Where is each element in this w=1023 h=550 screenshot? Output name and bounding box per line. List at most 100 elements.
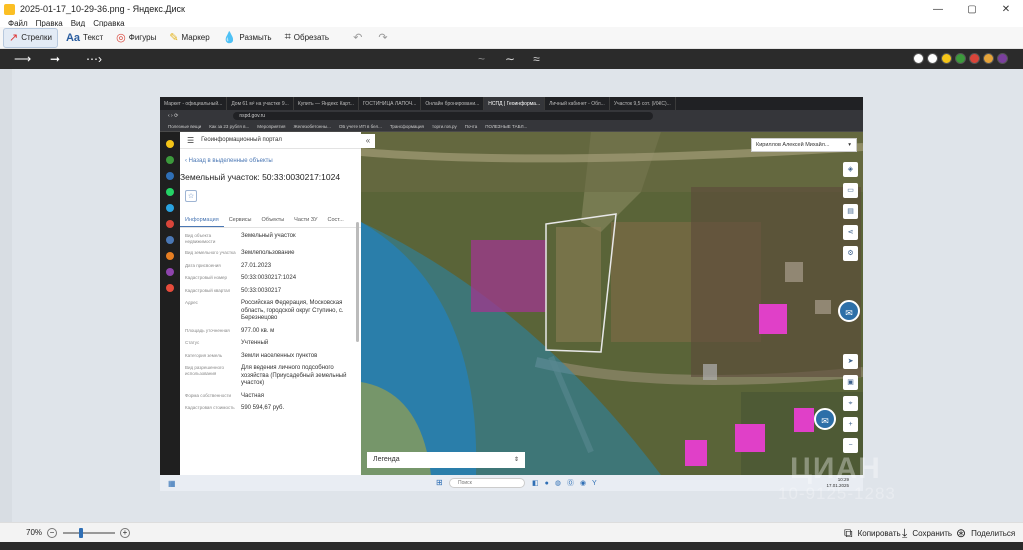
property-value: Землепользование	[241, 250, 295, 256]
layers-icon[interactable]: ◈	[843, 162, 858, 177]
property-value: Для ведения личного подсобного хозяйства…	[241, 365, 347, 386]
share-map-icon[interactable]: ⋖	[843, 225, 858, 240]
color-swatch[interactable]	[941, 53, 952, 64]
edited-screenshot[interactable]: Маркет - официальный... Дом 61 м² на учас…	[160, 97, 863, 491]
bookmark-item[interactable]: Трансформация	[390, 124, 424, 129]
browser-tab[interactable]: Онлайн бронировани...	[421, 97, 485, 110]
sidebar-dot-icon	[166, 284, 174, 292]
redo-button[interactable]: ↷	[373, 28, 395, 48]
windows-taskbar: ▦ ⊞ Поиск ◧●◍Ⓞ◉Y 10:29 17.01.2025	[160, 475, 863, 491]
browser-tab[interactable]: Личный кабинет - Обл...	[545, 97, 610, 110]
bookmark-item[interactable]: Полезные вещи	[168, 124, 201, 129]
sidebar-dot-icon	[166, 220, 174, 228]
chat-icon[interactable]: ✉	[838, 300, 860, 322]
user-select[interactable]: Кириллов Алексей Михайл... ▾	[751, 138, 857, 152]
property-row: Кадастровый квартал 50:33:0030217	[180, 288, 361, 296]
favorite-star-icon[interactable]: ☆	[185, 190, 197, 202]
arrow-style-dotted-icon[interactable]: ⋯›	[86, 52, 106, 66]
tool-crop[interactable]: ⌗ Обрезать	[280, 28, 335, 48]
crop-icon: ⌗	[284, 31, 291, 43]
collapse-panel-button[interactable]: «	[361, 134, 375, 148]
windows-start-icon[interactable]: ⊞	[436, 478, 443, 487]
info-tab[interactable]: Сервисы	[224, 214, 257, 227]
arrow-style-bold-icon[interactable]: ➞	[50, 52, 70, 66]
satellite-map	[361, 132, 863, 475]
print-icon[interactable]: ▤	[843, 204, 858, 219]
zoom-out-button[interactable]: −	[843, 438, 858, 453]
property-label: Категория земель	[185, 352, 223, 358]
copy-label: Копировать	[857, 529, 901, 538]
window-title: 2025-01-17_10-29-36.png - Яндекс.Диск	[20, 4, 185, 14]
measure-icon[interactable]: ▣	[843, 375, 858, 390]
color-swatch[interactable]	[955, 53, 966, 64]
tool-shapes[interactable]: ◎ Фигуры	[111, 28, 161, 48]
info-tab[interactable]: Информация	[180, 214, 224, 227]
color-swatch[interactable]	[927, 53, 938, 64]
info-tab[interactable]: Сост...	[323, 214, 349, 227]
browser-tab[interactable]: Участок 9,5 сот. (ИЖС)...	[610, 97, 676, 110]
map-view[interactable]: « Кириллов Алексей Михайл... ▾ ◈ ▭ ▤ ⋖ ⚙…	[361, 132, 863, 475]
browser-tab[interactable]: ГОСТИНИЦА ЛАПОЧ...	[359, 97, 422, 110]
bookmark-item[interactable]: торги.гов.ру	[432, 124, 457, 129]
legend-dropdown[interactable]: Легенда ⇕	[367, 452, 525, 468]
color-swatch[interactable]	[969, 53, 980, 64]
browser-tab[interactable]: Дом 61 м² на участке 9...	[227, 97, 294, 110]
bookmark-item[interactable]: Почта	[465, 124, 478, 129]
browser-tab-strip: Маркет - официальный... Дом 61 м² на учас…	[160, 97, 863, 110]
browser-tab[interactable]: НСПД | Геоинформа...	[484, 97, 546, 110]
minimize-button[interactable]: —	[921, 0, 955, 18]
bookmark-item[interactable]: ПОЛЕЗНЫЕ ТАБЛ...	[485, 124, 527, 129]
menu-icon[interactable]: ☰	[187, 136, 194, 145]
share-button[interactable]: ⊛ Поделиться	[956, 526, 1015, 540]
zoom-slider-knob[interactable]	[79, 527, 84, 538]
copy-button[interactable]: ⧉ Копировать	[844, 526, 901, 541]
zoom-slider[interactable]	[63, 527, 116, 538]
property-value: Земельный участок	[241, 233, 296, 239]
undo-button[interactable]: ↶	[348, 28, 370, 48]
bookmark-item[interactable]: ОБ учете ИП в бел...	[339, 124, 382, 129]
bookmark-item[interactable]: Железобетонны...	[293, 124, 330, 129]
sidebar-dot-icon	[166, 140, 174, 148]
tool-blur-label: Размыть	[239, 33, 272, 42]
plot-title: Земельный участок: 50:33:0030217:1024	[180, 172, 341, 182]
bookmark-item[interactable]: Как за 23 рубля в...	[209, 124, 249, 129]
zoom-out-icon[interactable]: −	[47, 527, 58, 538]
property-row: Форма собственности Частная	[180, 393, 361, 401]
info-tab[interactable]: Объекты	[256, 214, 289, 227]
color-swatch[interactable]	[913, 53, 924, 64]
support-chat-icon[interactable]: ✉	[814, 408, 836, 430]
tool-text[interactable]: Aa Текст	[61, 28, 108, 48]
property-row: Кадастровая стоимость 590 594,67 руб.	[180, 405, 361, 413]
arrow-style-thin-icon[interactable]: ⟶	[14, 52, 34, 66]
browser-tab[interactable]: Маркет - официальный...	[160, 97, 228, 110]
pin-icon[interactable]: ⌖	[843, 396, 858, 411]
locate-icon[interactable]: ➤	[843, 354, 858, 369]
zoom-in-icon[interactable]: +	[120, 527, 131, 538]
info-tab[interactable]: Части ЗУ	[289, 214, 322, 227]
close-button[interactable]: ✕	[989, 0, 1023, 18]
tool-crop-label: Обрезать	[293, 33, 330, 42]
stroke-thin-icon[interactable]: ~	[478, 52, 485, 66]
tool-blur[interactable]: 💧 Размыть	[218, 28, 277, 48]
save-button[interactable]: ⤓ Сохранить	[902, 526, 952, 541]
color-swatch[interactable]	[997, 53, 1008, 64]
bookmark-item[interactable]: Мероприятия	[257, 124, 285, 129]
share-label: Поделиться	[971, 528, 1016, 538]
bottom-bar: 70% − + ⧉ Копировать ⤓ Сохранить ⊛ Подел…	[0, 522, 1023, 542]
stroke-thick-icon[interactable]: ≈	[533, 52, 540, 66]
property-label: Кадастровый квартал	[185, 287, 231, 293]
taskbar-search[interactable]: Поиск	[449, 478, 525, 488]
back-link[interactable]: ‹ Назад в выделенные объекты	[185, 158, 361, 164]
settings-icon[interactable]: ⚙	[843, 246, 858, 261]
widgets-icon[interactable]: ▦	[168, 479, 176, 488]
browser-tab[interactable]: Купить — Яндекс Карт...	[294, 97, 359, 110]
zoom-in-button[interactable]: +	[843, 417, 858, 432]
panel-scrollbar[interactable]	[356, 222, 359, 342]
color-swatch[interactable]	[983, 53, 994, 64]
bottom-strip	[0, 542, 1023, 550]
basemap-icon[interactable]: ▭	[843, 183, 858, 198]
tool-marker[interactable]: ✎ Маркер	[164, 28, 214, 48]
stroke-medium-icon[interactable]: ∼	[505, 52, 515, 66]
tool-arrows[interactable]: ↗ Стрелки	[3, 27, 58, 48]
maximize-button[interactable]: ▢	[955, 0, 989, 18]
